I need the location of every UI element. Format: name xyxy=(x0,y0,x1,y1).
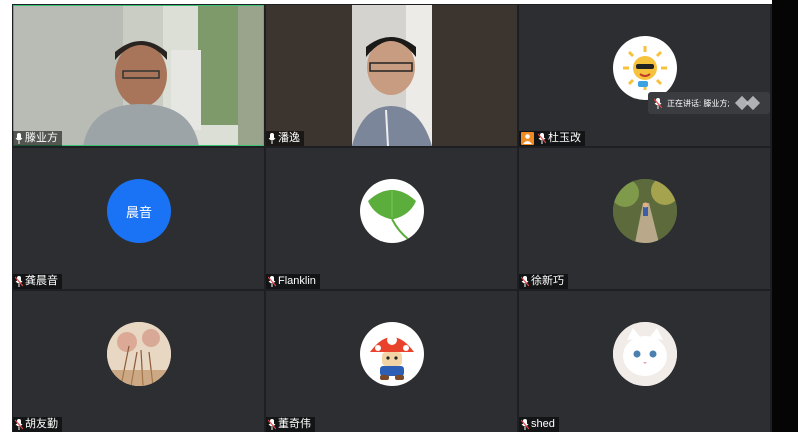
video-feed xyxy=(13,5,264,146)
avatar xyxy=(107,322,171,386)
participant-name: 滕业方 xyxy=(25,132,58,144)
participant-name: shed xyxy=(531,418,555,430)
name-tag: 董奇伟 xyxy=(266,417,315,432)
white-cat-photo xyxy=(613,322,677,386)
participant-tile-shed[interactable]: shed xyxy=(519,291,770,432)
avatar xyxy=(613,179,677,243)
avatar xyxy=(360,179,424,243)
participant-name: Flanklin xyxy=(278,275,316,287)
participant-tile-tengyefang[interactable]: 滕业方 xyxy=(13,5,264,146)
name-tag: 胡友勤 xyxy=(13,417,62,432)
mic-muted-icon xyxy=(15,276,23,287)
mic-muted-icon xyxy=(268,276,276,287)
name-tag: 杜玉改 xyxy=(519,131,585,146)
ginkgo-leaf-icon xyxy=(368,190,416,240)
name-tag: 潘逸 xyxy=(266,131,304,146)
participant-name: 杜玉改 xyxy=(548,132,581,144)
participant-tile-huyouqin[interactable]: 胡友勤 xyxy=(13,291,264,432)
participant-name: 龚晨音 xyxy=(25,275,58,287)
participant-tile-duyugai[interactable]: 杜玉改 xyxy=(519,5,770,146)
avatar-initials: 晨音 xyxy=(125,204,152,220)
video-grid: 滕业方 潘逸 杜玉改 晨音 龚晨音 Flanklin 徐新巧 胡友勤 董奇伟 s… xyxy=(12,4,772,432)
name-tag: Flanklin xyxy=(266,274,320,289)
participant-tile-flanklin[interactable]: Flanklin xyxy=(266,148,517,289)
avatar xyxy=(360,322,424,386)
video-feed xyxy=(266,5,517,146)
participant-tile-panyi[interactable]: 潘逸 xyxy=(266,5,517,146)
participant-tile-xuxinqiao[interactable]: 徐新巧 xyxy=(519,148,770,289)
mic-muted-icon xyxy=(268,419,276,430)
name-tag: 徐新巧 xyxy=(519,274,568,289)
mic-muted-icon xyxy=(521,276,529,287)
host-badge-icon xyxy=(521,132,534,145)
sun-avatar-icon xyxy=(623,46,667,90)
participant-name: 胡友勤 xyxy=(25,418,58,430)
mushroom-character-icon xyxy=(370,335,414,380)
participant-name: 潘逸 xyxy=(278,132,300,144)
participant-name: 徐新巧 xyxy=(531,275,564,287)
participant-name: 董奇伟 xyxy=(278,418,311,430)
name-tag: 滕业方 xyxy=(13,131,62,146)
mic-icon xyxy=(15,133,23,144)
mic-muted-icon xyxy=(15,419,23,430)
reed-painting-photo xyxy=(107,322,171,386)
mic-muted-icon xyxy=(538,133,546,144)
name-tag: 龚晨音 xyxy=(13,274,62,289)
participant-tile-gongchenyin[interactable]: 晨音 龚晨音 xyxy=(13,148,264,289)
mic-muted-icon xyxy=(521,419,529,430)
garden-path-photo xyxy=(613,179,677,243)
avatar xyxy=(613,36,677,100)
speaking-label: 正在讲话: 滕业方; xyxy=(667,98,730,108)
avatar xyxy=(613,322,677,386)
mic-icon xyxy=(268,133,276,144)
mic-muted-icon xyxy=(654,97,662,109)
side-panel-edge xyxy=(772,0,798,432)
avatar: 晨音 xyxy=(107,179,171,243)
participant-tile-dongqiwei[interactable]: 董奇伟 xyxy=(266,291,517,432)
name-tag: shed xyxy=(519,417,559,432)
speaking-indicator: 正在讲话: 滕业方; xyxy=(648,92,770,114)
speaking-dots-icon xyxy=(734,95,760,111)
